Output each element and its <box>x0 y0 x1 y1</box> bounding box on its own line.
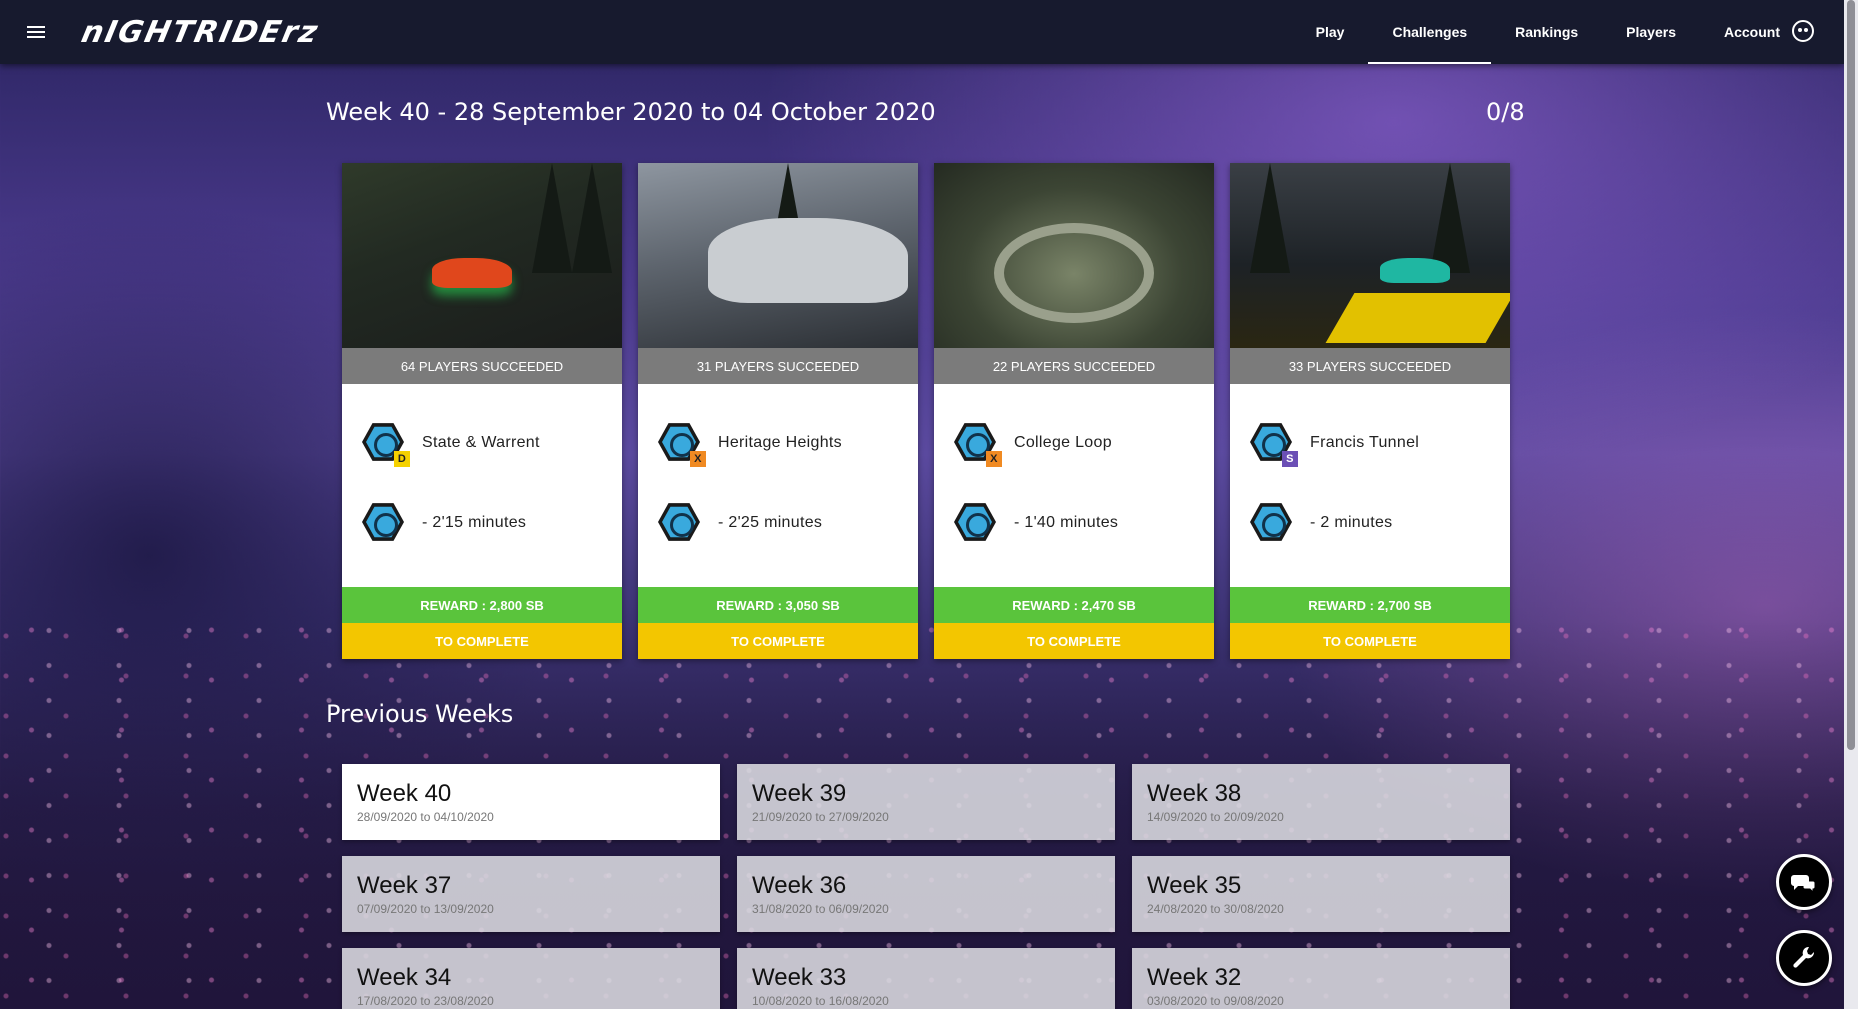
time-row: - 2 minutes <box>1250 501 1392 545</box>
week-name: Week 36 <box>752 872 847 899</box>
chat-icon <box>1791 875 1816 894</box>
challenge-cards: 64 PLAYERS SUCCEEDED D State & Warrent -… <box>342 163 1510 659</box>
track-name: Heritage Heights <box>718 434 842 451</box>
timer-icon <box>1250 503 1292 541</box>
reward-bar: REWARD : 2,470 SB <box>934 587 1214 623</box>
to-complete-bar: TO COMPLETE <box>1230 623 1510 659</box>
reward-bar: REWARD : 2,800 SB <box>342 587 622 623</box>
page-scrollbar[interactable] <box>1844 0 1858 1009</box>
reward-bar: REWARD : 2,700 SB <box>1230 587 1510 623</box>
time-limit: - 2'15 minutes <box>422 514 527 531</box>
week-name: Week 37 <box>357 872 452 899</box>
nav-rankings[interactable]: Rankings <box>1491 0 1602 64</box>
time-row: - 2'25 minutes <box>658 501 822 545</box>
wrench-icon <box>1793 946 1815 968</box>
to-complete-bar: TO COMPLETE <box>638 623 918 659</box>
time-row: - 2'15 minutes <box>362 501 526 545</box>
week-title: Week 40 - 28 September 2020 to 04 Octobe… <box>326 98 936 126</box>
time-limit: - 2'25 minutes <box>718 514 823 531</box>
week-range: 17/08/2020 to 23/08/2020 <box>357 994 494 1008</box>
challenge-card[interactable]: 64 PLAYERS SUCCEEDED D State & Warrent -… <box>342 163 622 659</box>
time-row: - 1'40 minutes <box>954 501 1118 545</box>
week-card[interactable]: Week 38 14/09/2020 to 20/09/2020 <box>1132 764 1510 840</box>
week-name: Week 33 <box>752 964 847 991</box>
chat-button[interactable] <box>1776 854 1832 910</box>
track-name: Francis Tunnel <box>1310 434 1420 451</box>
timer-icon <box>362 503 404 541</box>
week-range: 28/09/2020 to 04/10/2020 <box>357 810 494 824</box>
week-range: 07/09/2020 to 13/09/2020 <box>357 902 494 916</box>
players-succeeded: 22 PLAYERS SUCCEEDED <box>934 348 1214 384</box>
time-limit: - 1'40 minutes <box>1014 514 1119 531</box>
week-card[interactable]: Week 34 17/08/2020 to 23/08/2020 <box>342 948 720 1009</box>
track-row: D State & Warrent <box>362 421 540 467</box>
week-name: Week 35 <box>1147 872 1242 899</box>
nav-players[interactable]: Players <box>1602 0 1700 64</box>
challenge-image <box>934 163 1214 348</box>
week-range: 03/08/2020 to 09/08/2020 <box>1147 994 1284 1008</box>
week-card[interactable]: Week 36 31/08/2020 to 06/09/2020 <box>737 856 1115 932</box>
week-range: 24/08/2020 to 30/08/2020 <box>1147 902 1284 916</box>
week-card[interactable]: Week 37 07/09/2020 to 13/09/2020 <box>342 856 720 932</box>
week-card[interactable]: Week 32 03/08/2020 to 09/08/2020 <box>1132 948 1510 1009</box>
previous-weeks-title: Previous Weeks <box>326 700 514 728</box>
track-name: State & Warrent <box>422 434 540 451</box>
challenge-image <box>638 163 918 348</box>
week-name: Week 40 <box>357 780 452 807</box>
top-app-bar: nIGHTRIDErz Play Challenges Rankings Pla… <box>0 0 1844 64</box>
players-succeeded: 64 PLAYERS SUCCEEDED <box>342 348 622 384</box>
time-limit: - 2 minutes <box>1310 514 1393 531</box>
week-name: Week 34 <box>357 964 452 991</box>
challenge-image <box>1230 163 1510 348</box>
week-name: Week 38 <box>1147 780 1242 807</box>
week-name: Week 32 <box>1147 964 1242 991</box>
mode-badge-icon: X <box>690 451 706 467</box>
week-progress: 0/8 <box>1486 98 1525 126</box>
week-range: 14/09/2020 to 20/09/2020 <box>1147 810 1284 824</box>
challenge-card[interactable]: 22 PLAYERS SUCCEEDED X College Loop - 1'… <box>934 163 1214 659</box>
players-succeeded: 33 PLAYERS SUCCEEDED <box>1230 348 1510 384</box>
challenge-image <box>342 163 622 348</box>
mode-badge-icon: S <box>1282 451 1298 467</box>
scrollbar-thumb[interactable] <box>1847 0 1855 750</box>
menu-icon[interactable] <box>0 0 72 64</box>
track-name: College Loop <box>1014 434 1112 451</box>
to-complete-bar: TO COMPLETE <box>342 623 622 659</box>
mode-badge-icon: D <box>394 451 410 467</box>
week-card[interactable]: Week 40 28/09/2020 to 04/10/2020 <box>342 764 720 840</box>
week-card[interactable]: Week 33 10/08/2020 to 16/08/2020 <box>737 948 1115 1009</box>
week-range: 31/08/2020 to 06/09/2020 <box>752 902 889 916</box>
nav-account[interactable]: Account <box>1700 0 1804 64</box>
nav-play[interactable]: Play <box>1292 0 1369 64</box>
week-range: 10/08/2020 to 16/08/2020 <box>752 994 889 1008</box>
challenge-card[interactable]: 33 PLAYERS SUCCEEDED S Francis Tunnel - … <box>1230 163 1510 659</box>
mode-badge-icon: X <box>986 451 1002 467</box>
nav-challenges[interactable]: Challenges <box>1368 0 1491 64</box>
week-range: 21/09/2020 to 27/09/2020 <box>752 810 889 824</box>
to-complete-bar: TO COMPLETE <box>934 623 1214 659</box>
week-name: Week 39 <box>752 780 847 807</box>
site-logo[interactable]: nIGHTRIDErz <box>78 15 322 50</box>
players-succeeded: 31 PLAYERS SUCCEEDED <box>638 348 918 384</box>
timer-icon <box>658 503 700 541</box>
track-row: X College Loop <box>954 421 1112 467</box>
settings-button[interactable] <box>1776 930 1832 986</box>
timer-icon <box>954 503 996 541</box>
reward-bar: REWARD : 3,050 SB <box>638 587 918 623</box>
week-card[interactable]: Week 39 21/09/2020 to 27/09/2020 <box>737 764 1115 840</box>
track-row: S Francis Tunnel <box>1250 421 1420 467</box>
track-row: X Heritage Heights <box>658 421 842 467</box>
account-avatar-icon[interactable] <box>1792 20 1814 42</box>
challenge-card[interactable]: 31 PLAYERS SUCCEEDED X Heritage Heights … <box>638 163 918 659</box>
previous-weeks-grid: Week 40 28/09/2020 to 04/10/2020 Week 39… <box>342 764 1510 1009</box>
week-card[interactable]: Week 35 24/08/2020 to 30/08/2020 <box>1132 856 1510 932</box>
main-nav: Play Challenges Rankings Players Account <box>1292 0 1804 64</box>
